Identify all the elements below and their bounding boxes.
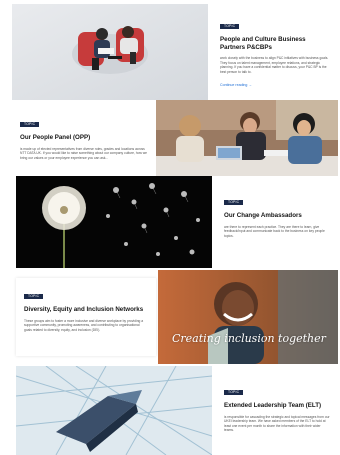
card-pcbp-text: TOPIC People and Culture Business Partne… — [212, 8, 338, 100]
card-title[interactable]: Extended Leadership Team (ELT) — [224, 402, 330, 410]
card-dei-text: TOPIC Diversity, Equity and Inclusion Ne… — [16, 278, 156, 356]
card-description: is responsible for cascading the strateg… — [224, 414, 330, 433]
topic-tag: TOPIC — [224, 200, 244, 205]
card-dei[interactable]: TOPIC Diversity, Equity and Inclusion Ne… — [12, 270, 338, 364]
card-title[interactable]: Our People Panel (OPP) — [20, 134, 148, 142]
card-pcbp-image — [12, 4, 208, 100]
card-pcbp[interactable]: TOPIC People and Culture Business Partne… — [12, 4, 338, 100]
topic-tag: TOPIC — [220, 24, 240, 29]
card-elt-text: TOPIC Extended Leadership Team (ELT) is … — [216, 374, 338, 454]
card-elt-image — [16, 366, 212, 455]
card-dei-image: Creating inclusion together — [158, 270, 338, 364]
card-change[interactable]: TOPIC Our Change Ambassadors are there t… — [12, 176, 338, 268]
card-title[interactable]: Our Change Ambassadors — [224, 212, 330, 220]
card-opp-image — [156, 100, 338, 176]
continue-reading-link[interactable]: Continue reading → — [220, 83, 330, 87]
card-title[interactable]: People and Culture Business Partners P&C… — [220, 36, 330, 51]
card-opp-text: TOPIC Our People Panel (OPP) is made up … — [12, 106, 156, 176]
card-description: work closely with the business to align … — [220, 56, 329, 74]
card-title[interactable]: Diversity, Equity and Inclusion Networks — [24, 306, 148, 314]
card-change-text: TOPIC Our Change Ambassadors are there t… — [216, 184, 338, 264]
topic-tag: TOPIC — [24, 294, 44, 299]
topic-tag: TOPIC — [20, 122, 40, 127]
card-elt[interactable]: TOPIC Extended Leadership Team (ELT) is … — [12, 366, 338, 455]
topic-tag: TOPIC — [224, 390, 244, 395]
card-change-image — [16, 176, 212, 268]
card-description: are there to represent each practice. Th… — [224, 224, 325, 238]
card-description: These groups aim to foster a more inclus… — [24, 318, 144, 332]
card-description: is made up of elected representatives fr… — [20, 146, 147, 160]
dei-overlay-text: Creating inclusion together — [172, 332, 326, 345]
card-opp[interactable]: TOPIC Our People Panel (OPP) is made up … — [12, 100, 338, 176]
